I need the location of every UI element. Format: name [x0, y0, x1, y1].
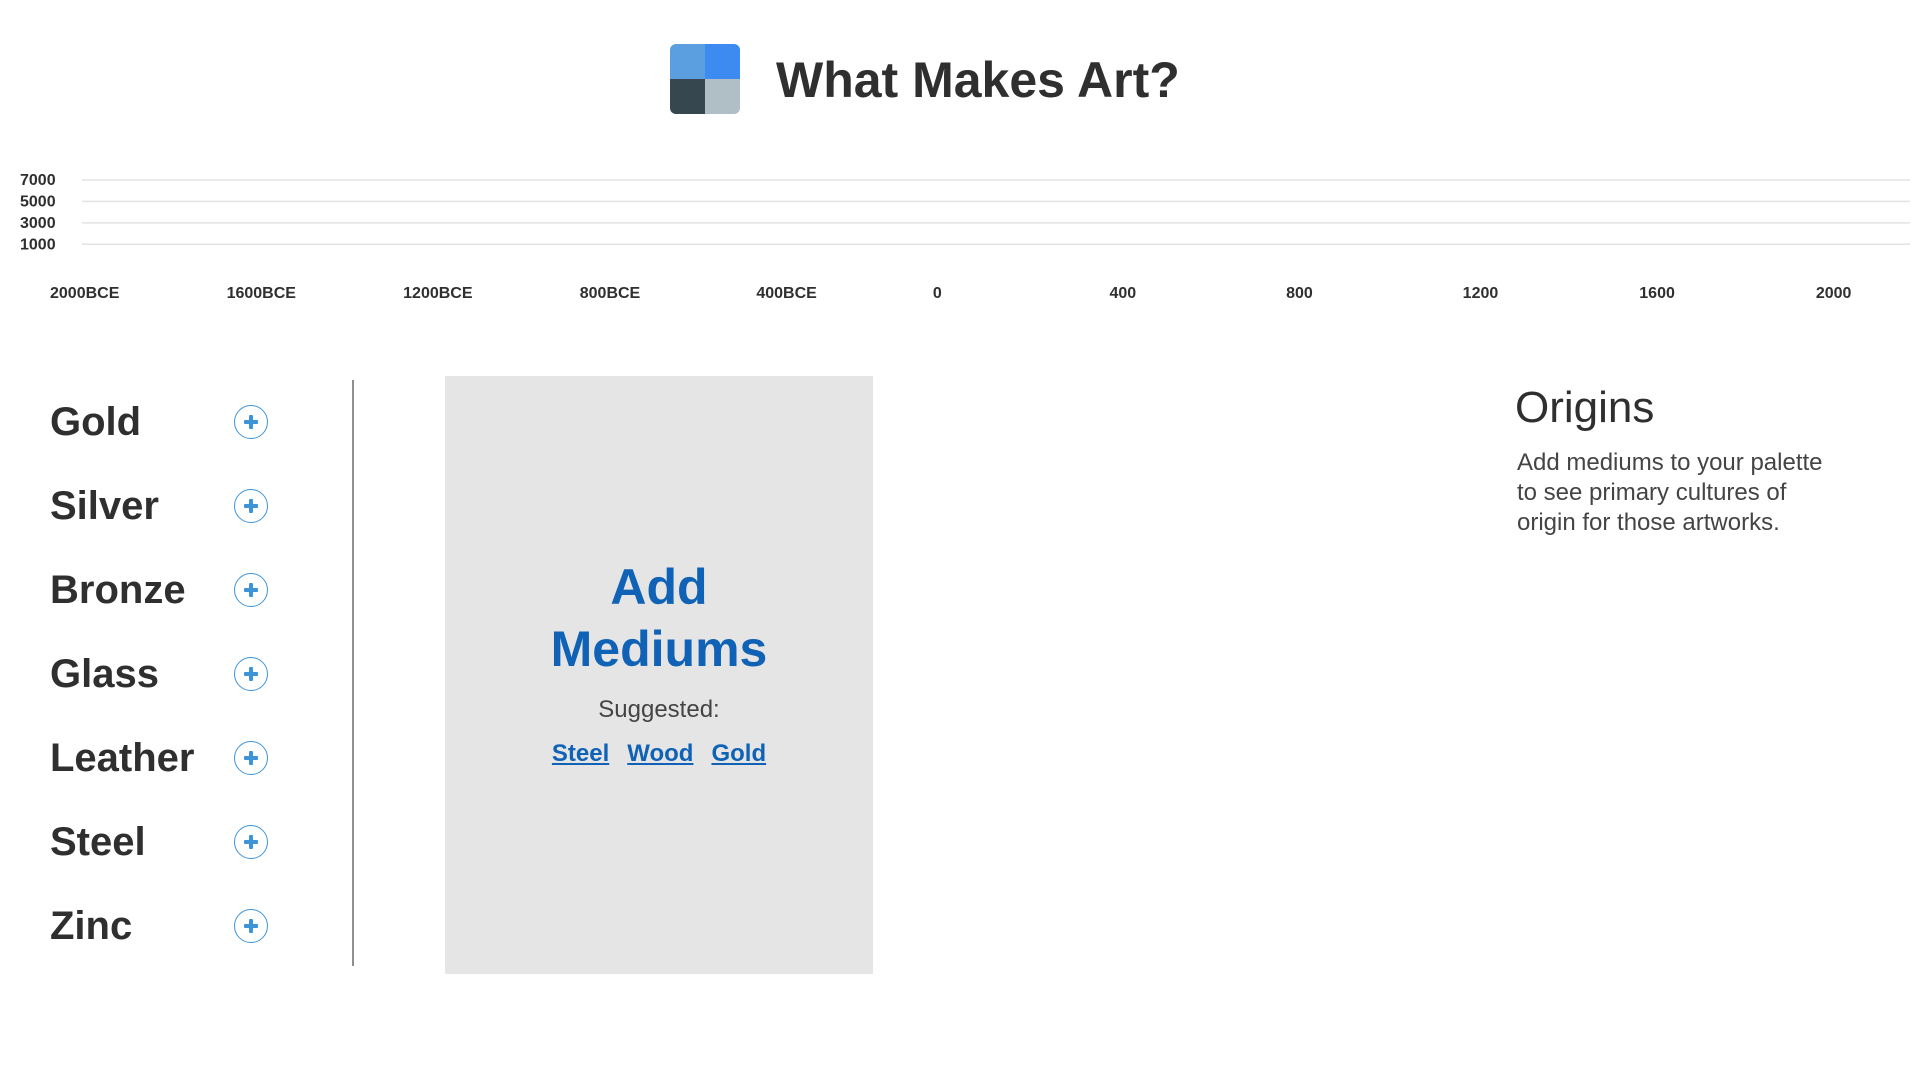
medium-item-gold[interactable]: Gold [50, 380, 290, 464]
medium-label: Glass [50, 651, 159, 696]
logo-quadrant [670, 79, 705, 114]
palette-drop-zone[interactable]: Add Mediums Suggested: Steel Wood Gold [445, 376, 873, 974]
y-tick-label: 7000 [20, 172, 56, 189]
timeline-chart: 7000 5000 3000 1000 2000BCE 1600BCE 1200BCE 800… [0, 160, 1920, 310]
medium-label: Bronze [50, 567, 186, 612]
x-tick-label: 400BCE [756, 285, 817, 302]
header: What Makes Art? [0, 40, 1920, 120]
suggested-link-steel[interactable]: Steel [552, 740, 609, 768]
suggested-label: Suggested: [598, 696, 720, 723]
medium-label: Zinc [50, 903, 133, 948]
x-tick-label: 1200 [1463, 285, 1499, 302]
medium-item-glass[interactable]: Glass [50, 632, 290, 716]
logo-quadrant [670, 44, 705, 79]
page-title: What Makes Art? [776, 52, 1180, 108]
x-tick-label: 2000BCE [50, 285, 120, 302]
x-tick-label: 0 [933, 285, 942, 302]
x-tick-label: 400 [1110, 285, 1137, 302]
suggested-links: Steel Wood Gold [445, 740, 873, 768]
medium-label: Silver [50, 483, 159, 528]
origins-panel: Origins Add mediums to your palette to s… [1515, 380, 1855, 538]
medium-label: Steel [50, 819, 146, 864]
logo-quadrant [705, 44, 740, 79]
medium-label: Leather [50, 735, 195, 780]
palette-title-line: Add [610, 559, 708, 615]
origins-description: Add mediums to your palette to see prima… [1517, 449, 1823, 536]
medium-label: Gold [50, 399, 142, 444]
x-tick-label: 1200BCE [403, 285, 473, 302]
y-tick-label: 1000 [20, 236, 56, 253]
x-tick-label: 800BCE [580, 285, 641, 302]
logo-quadrant [705, 79, 740, 114]
x-tick-label: 800 [1286, 285, 1313, 302]
plus-circle-icon[interactable] [234, 657, 268, 691]
plus-circle-icon[interactable] [234, 405, 268, 439]
timeline-svg: 7000 5000 3000 1000 2000BCE 1600BCE 1200BCE 800… [20, 172, 1910, 302]
plus-circle-icon[interactable] [234, 825, 268, 859]
medium-item-silver[interactable]: Silver [50, 464, 290, 548]
grid-logo-icon [670, 44, 740, 114]
medium-item-zinc[interactable]: Zinc [50, 884, 290, 968]
x-tick-label: 1600 [1639, 285, 1675, 302]
y-tick-label: 5000 [20, 193, 56, 210]
palette-title-line: Mediums [550, 621, 768, 677]
x-tick-label: 2000 [1816, 285, 1852, 302]
plus-circle-icon[interactable] [234, 741, 268, 775]
plus-circle-icon[interactable] [234, 573, 268, 607]
suggested-link-gold[interactable]: Gold [711, 740, 766, 768]
y-tick-label: 3000 [20, 215, 56, 232]
suggested-link-wood[interactable]: Wood [627, 740, 693, 768]
vertical-divider [352, 380, 354, 966]
origins-title: Origins [1515, 383, 1655, 432]
medium-list: Gold Silver Bronze Glass Leather Steel Z… [50, 380, 290, 968]
medium-item-bronze[interactable]: Bronze [50, 548, 290, 632]
medium-item-steel[interactable]: Steel [50, 800, 290, 884]
plus-circle-icon[interactable] [234, 909, 268, 943]
x-tick-label: 1600BCE [227, 285, 297, 302]
palette-title: Add Mediums [445, 556, 873, 680]
plus-circle-icon[interactable] [234, 489, 268, 523]
medium-item-leather[interactable]: Leather [50, 716, 290, 800]
